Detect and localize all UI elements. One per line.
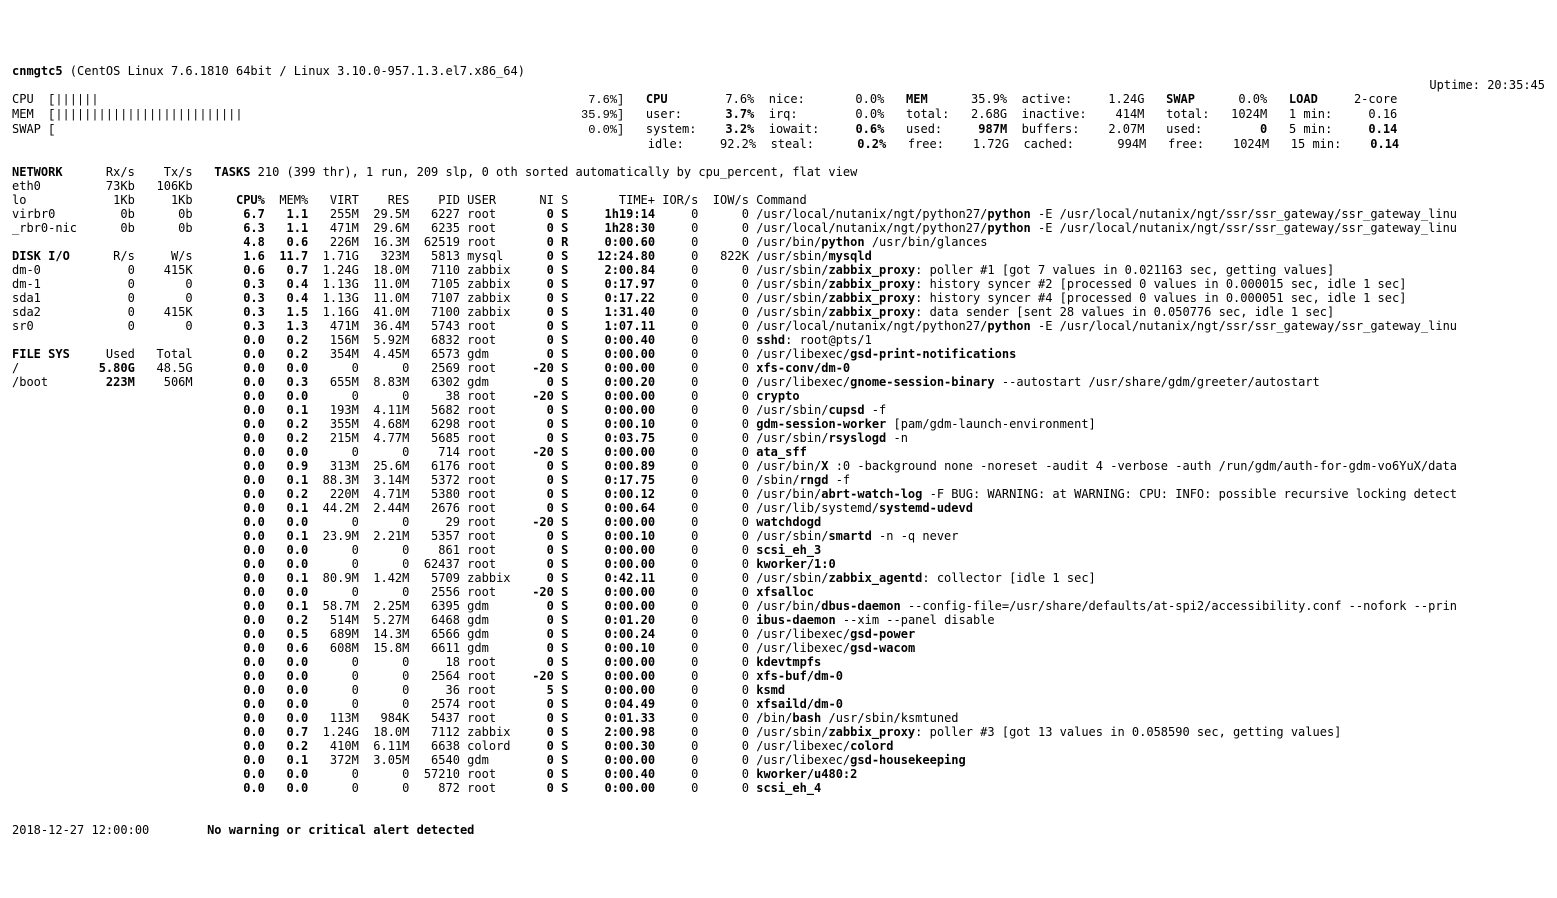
body-line: 0.0 0.2 215M 4.77M 5685 root 0 S 0:03.75… — [12, 431, 1545, 445]
body-line: sr0 0 0 0.3 1.3 471M 36.4M 5743 root 0 S… — [12, 319, 1545, 333]
body-line: 0.0 0.0 0 0 861 root 0 S 0:00.00 0 0 scs… — [12, 543, 1545, 557]
body-line: 0.0 0.0 0 0 714 root -20 S 0:00.00 0 0 a… — [12, 445, 1545, 459]
body-line: 0.0 0.2 355M 4.68M 6298 root 0 S 0:00.10… — [12, 417, 1545, 431]
body-line: 0.0 0.0 0 0 29 root -20 S 0:00.00 0 0 wa… — [12, 515, 1545, 529]
body-line: 0.0 0.0 0 0 57210 root 0 S 0:00.40 0 0 k… — [12, 767, 1545, 781]
body-line: 0.0 0.1 44.2M 2.44M 2676 root 0 S 0:00.6… — [12, 501, 1545, 515]
body-line: 0.0 0.9 313M 25.6M 6176 root 0 S 0:00.89… — [12, 459, 1545, 473]
body-line: sda1 0 0 0.3 0.4 1.13G 11.0M 7107 zabbix… — [12, 291, 1545, 305]
body-line: 0.0 0.6 608M 15.8M 6611 gdm 0 S 0:00.10 … — [12, 641, 1545, 655]
blank — [12, 78, 1545, 92]
body-line: 0.0 0.0 0 0 36 root 5 S 0:00.00 0 0 ksmd — [12, 683, 1545, 697]
body-line: 0.0 0.0 0 0 872 root 0 S 0:00.00 0 0 scs… — [12, 781, 1545, 795]
stat-line: idle: 92.2% steal: 0.2% free: 1.72G cach… — [12, 137, 1545, 151]
body-line: 0.0 0.0 0 0 18 root 0 S 0:00.00 0 0 kdev… — [12, 655, 1545, 669]
body-line: 4.8 0.6 226M 16.3M 62519 root 0 R 0:00.6… — [12, 235, 1545, 249]
body-line: virbr0 0b 0b 6.7 1.1 255M 29.5M 6227 roo… — [12, 207, 1545, 221]
body-line: 0.0 0.0 0 0 38 root -20 S 0:00.00 0 0 cr… — [12, 389, 1545, 403]
body-line: 0.0 0.1 88.3M 3.14M 5372 root 0 S 0:17.7… — [12, 473, 1545, 487]
body-line: 0.0 0.7 1.24G 18.0M 7112 zabbix 0 S 2:00… — [12, 725, 1545, 739]
body-line: 0.0 0.1 372M 3.05M 6540 gdm 0 S 0:00.00 … — [12, 753, 1545, 767]
body-line: dm-0 0 415K 0.6 0.7 1.24G 18.0M 7110 zab… — [12, 263, 1545, 277]
body-line: FILE SYS Used Total 0.0 0.2 354M 4.45M 6… — [12, 347, 1545, 361]
body-line: eth0 73Kb 106Kb — [12, 179, 1545, 193]
header-line: cnmgtc5 (CentOS Linux 7.6.1810 64bit / L… — [12, 64, 1545, 78]
body-line: 0.0 0.1 58.7M 2.25M 6395 gdm 0 S 0:00.00… — [12, 599, 1545, 613]
footer-line: 2018-12-27 12:00:00 No warning or critic… — [12, 823, 1545, 837]
body-line: 0.0 0.1 80.9M 1.42M 5709 zabbix 0 S 0:42… — [12, 571, 1545, 585]
body-line: NETWORK Rx/s Tx/s TASKS 210 (399 thr), 1… — [12, 165, 1545, 179]
stat-line: MEM [|||||||||||||||||||||||||| 35.9%] u… — [12, 107, 1545, 122]
body-line: 0.0 0.2 156M 5.92M 6832 root 0 S 0:00.40… — [12, 333, 1545, 347]
body-line: 0.0 0.1 193M 4.11M 5682 root 0 S 0:00.00… — [12, 403, 1545, 417]
glances-screen: cnmgtc5 (CentOS Linux 7.6.1810 64bit / L… — [12, 64, 1545, 837]
body-line: 0.0 0.2 220M 4.71M 5380 root 0 S 0:00.12… — [12, 487, 1545, 501]
body-line: 0.0 0.2 410M 6.11M 6638 colord 0 S 0:00.… — [12, 739, 1545, 753]
body-line: 0.0 0.0 0 0 2564 root -20 S 0:00.00 0 0 … — [12, 669, 1545, 683]
body-line: 0.0 0.0 0 0 2574 root 0 S 0:04.49 0 0 xf… — [12, 697, 1545, 711]
body-line: _rbr0-nic 0b 0b 6.3 1.1 471M 29.6M 6235 … — [12, 221, 1545, 235]
body-line: lo 1Kb 1Kb CPU% MEM% VIRT RES PID USER N… — [12, 193, 1545, 207]
stat-line: CPU [|||||| 7.6%] CPU 7.6% nice: 0.0% ME… — [12, 92, 1545, 107]
body-line: 0.0 0.2 514M 5.27M 6468 gdm 0 S 0:01.20 … — [12, 613, 1545, 627]
body-line: 0.0 0.0 113M 984K 5437 root 0 S 0:01.33 … — [12, 711, 1545, 725]
body-line: 0.0 0.0 0 0 62437 root 0 S 0:00.00 0 0 k… — [12, 557, 1545, 571]
body-line: /boot 223M 506M 0.0 0.3 655M 8.83M 6302 … — [12, 375, 1545, 389]
body-line: dm-1 0 0 0.3 0.4 1.13G 11.0M 7105 zabbix… — [12, 277, 1545, 291]
body-line: sda2 0 415K 0.3 1.5 1.16G 41.0M 7100 zab… — [12, 305, 1545, 319]
body-line: / 5.80G 48.5G 0.0 0.0 0 0 2569 root -20 … — [12, 361, 1545, 375]
stat-line: SWAP [ 0.0%] system: 3.2% iowait: 0.6% u… — [12, 122, 1545, 137]
body-line: DISK I/O R/s W/s 1.6 11.7 1.71G 323M 581… — [12, 249, 1545, 263]
body-line: 0.0 0.0 0 0 2556 root -20 S 0:00.00 0 0 … — [12, 585, 1545, 599]
body-line: 0.0 0.5 689M 14.3M 6566 gdm 0 S 0:00.24 … — [12, 627, 1545, 641]
body-line: 0.0 0.1 23.9M 2.21M 5357 root 0 S 0:00.1… — [12, 529, 1545, 543]
